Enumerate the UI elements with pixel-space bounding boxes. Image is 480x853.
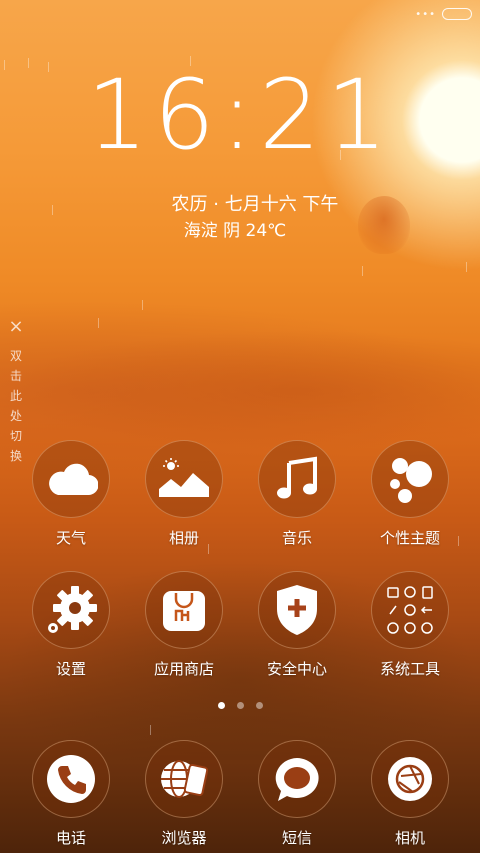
dock-camera[interactable]: 相机 — [355, 740, 465, 848]
app-label: 电话 — [55, 829, 86, 847]
app-gallery[interactable]: 相册 — [129, 440, 239, 548]
rain-streak — [362, 266, 363, 276]
app-weather[interactable]: 天气 — [16, 440, 126, 548]
rain-streak — [466, 262, 467, 272]
theme-bubbles-icon — [390, 458, 432, 503]
battery-icon — [442, 8, 472, 20]
app-icon-frame — [145, 440, 223, 518]
lock-clock: 16:21 — [86, 59, 394, 171]
dock-phone[interactable]: 电话 — [16, 740, 126, 848]
rain-streak — [98, 318, 99, 328]
app-label: 浏览器 — [161, 829, 207, 847]
app-security[interactable]: 安全中心 — [242, 571, 352, 679]
globe-phone-icon — [161, 760, 209, 798]
app-label: 应用商店 — [153, 660, 214, 678]
app-label: 短信 — [281, 829, 312, 847]
app-icon-frame — [32, 740, 110, 818]
app-icon-frame — [258, 571, 336, 649]
app-label: 天气 — [55, 529, 86, 547]
app-label: 系统工具 — [379, 660, 440, 678]
app-label: 音乐 — [281, 529, 312, 547]
app-music[interactable]: 音乐 — [242, 440, 352, 548]
store-bag-icon — [163, 591, 205, 631]
app-label: 相册 — [168, 529, 199, 547]
status-bar: ••• — [0, 0, 480, 28]
app-label: 设置 — [55, 660, 86, 678]
clock-hours: 16 — [86, 59, 221, 171]
rain-streak — [150, 725, 151, 735]
signal-dots-icon: ••• — [415, 9, 436, 20]
phone-icon — [47, 755, 95, 803]
page-indicator[interactable] — [0, 702, 480, 709]
page-dot[interactable] — [255, 702, 263, 709]
music-note-icon — [277, 456, 317, 499]
page-dot[interactable] — [217, 702, 225, 709]
app-themes[interactable]: 个性主题 — [355, 440, 465, 548]
dock-browser[interactable]: 浏览器 — [129, 740, 239, 848]
page-dot[interactable] — [236, 702, 244, 709]
app-icon-frame — [258, 440, 336, 518]
app-label: 相机 — [394, 829, 425, 847]
app-label: 个性主题 — [379, 529, 440, 547]
app-icon-frame — [371, 440, 449, 518]
app-label: 安全中心 — [266, 660, 327, 678]
dock-messages[interactable]: 短信 — [242, 740, 352, 848]
app-icon-frame — [258, 740, 336, 818]
clock-minutes: 21 — [259, 59, 394, 171]
close-icon[interactable]: × — [8, 318, 24, 336]
rain-streak — [142, 300, 143, 310]
app-store[interactable]: 应用商店 — [129, 571, 239, 679]
chat-bubble-icon — [275, 758, 319, 801]
app-icon-frame — [371, 571, 449, 649]
app-system-tools[interactable]: 系统工具 — [355, 571, 465, 679]
tools-grid-icon — [387, 586, 433, 634]
gear-icon — [48, 586, 97, 633]
app-settings[interactable]: 设置 — [16, 571, 126, 679]
camera-lens-icon — [388, 757, 432, 801]
lunar-date: 农历 · 七月十六 下午 — [171, 194, 339, 215]
app-icon-frame — [145, 740, 223, 818]
app-icon-frame — [32, 571, 110, 649]
weather-summary[interactable]: 海淀 阴 24℃ — [0, 218, 470, 244]
app-icon-frame — [145, 571, 223, 649]
app-icon-frame — [371, 740, 449, 818]
shield-plus-icon — [277, 585, 317, 635]
app-icon-frame — [32, 440, 110, 518]
cloud-icon — [49, 463, 98, 496]
background-haze — [0, 330, 480, 450]
mountain-sun-icon — [159, 458, 209, 497]
